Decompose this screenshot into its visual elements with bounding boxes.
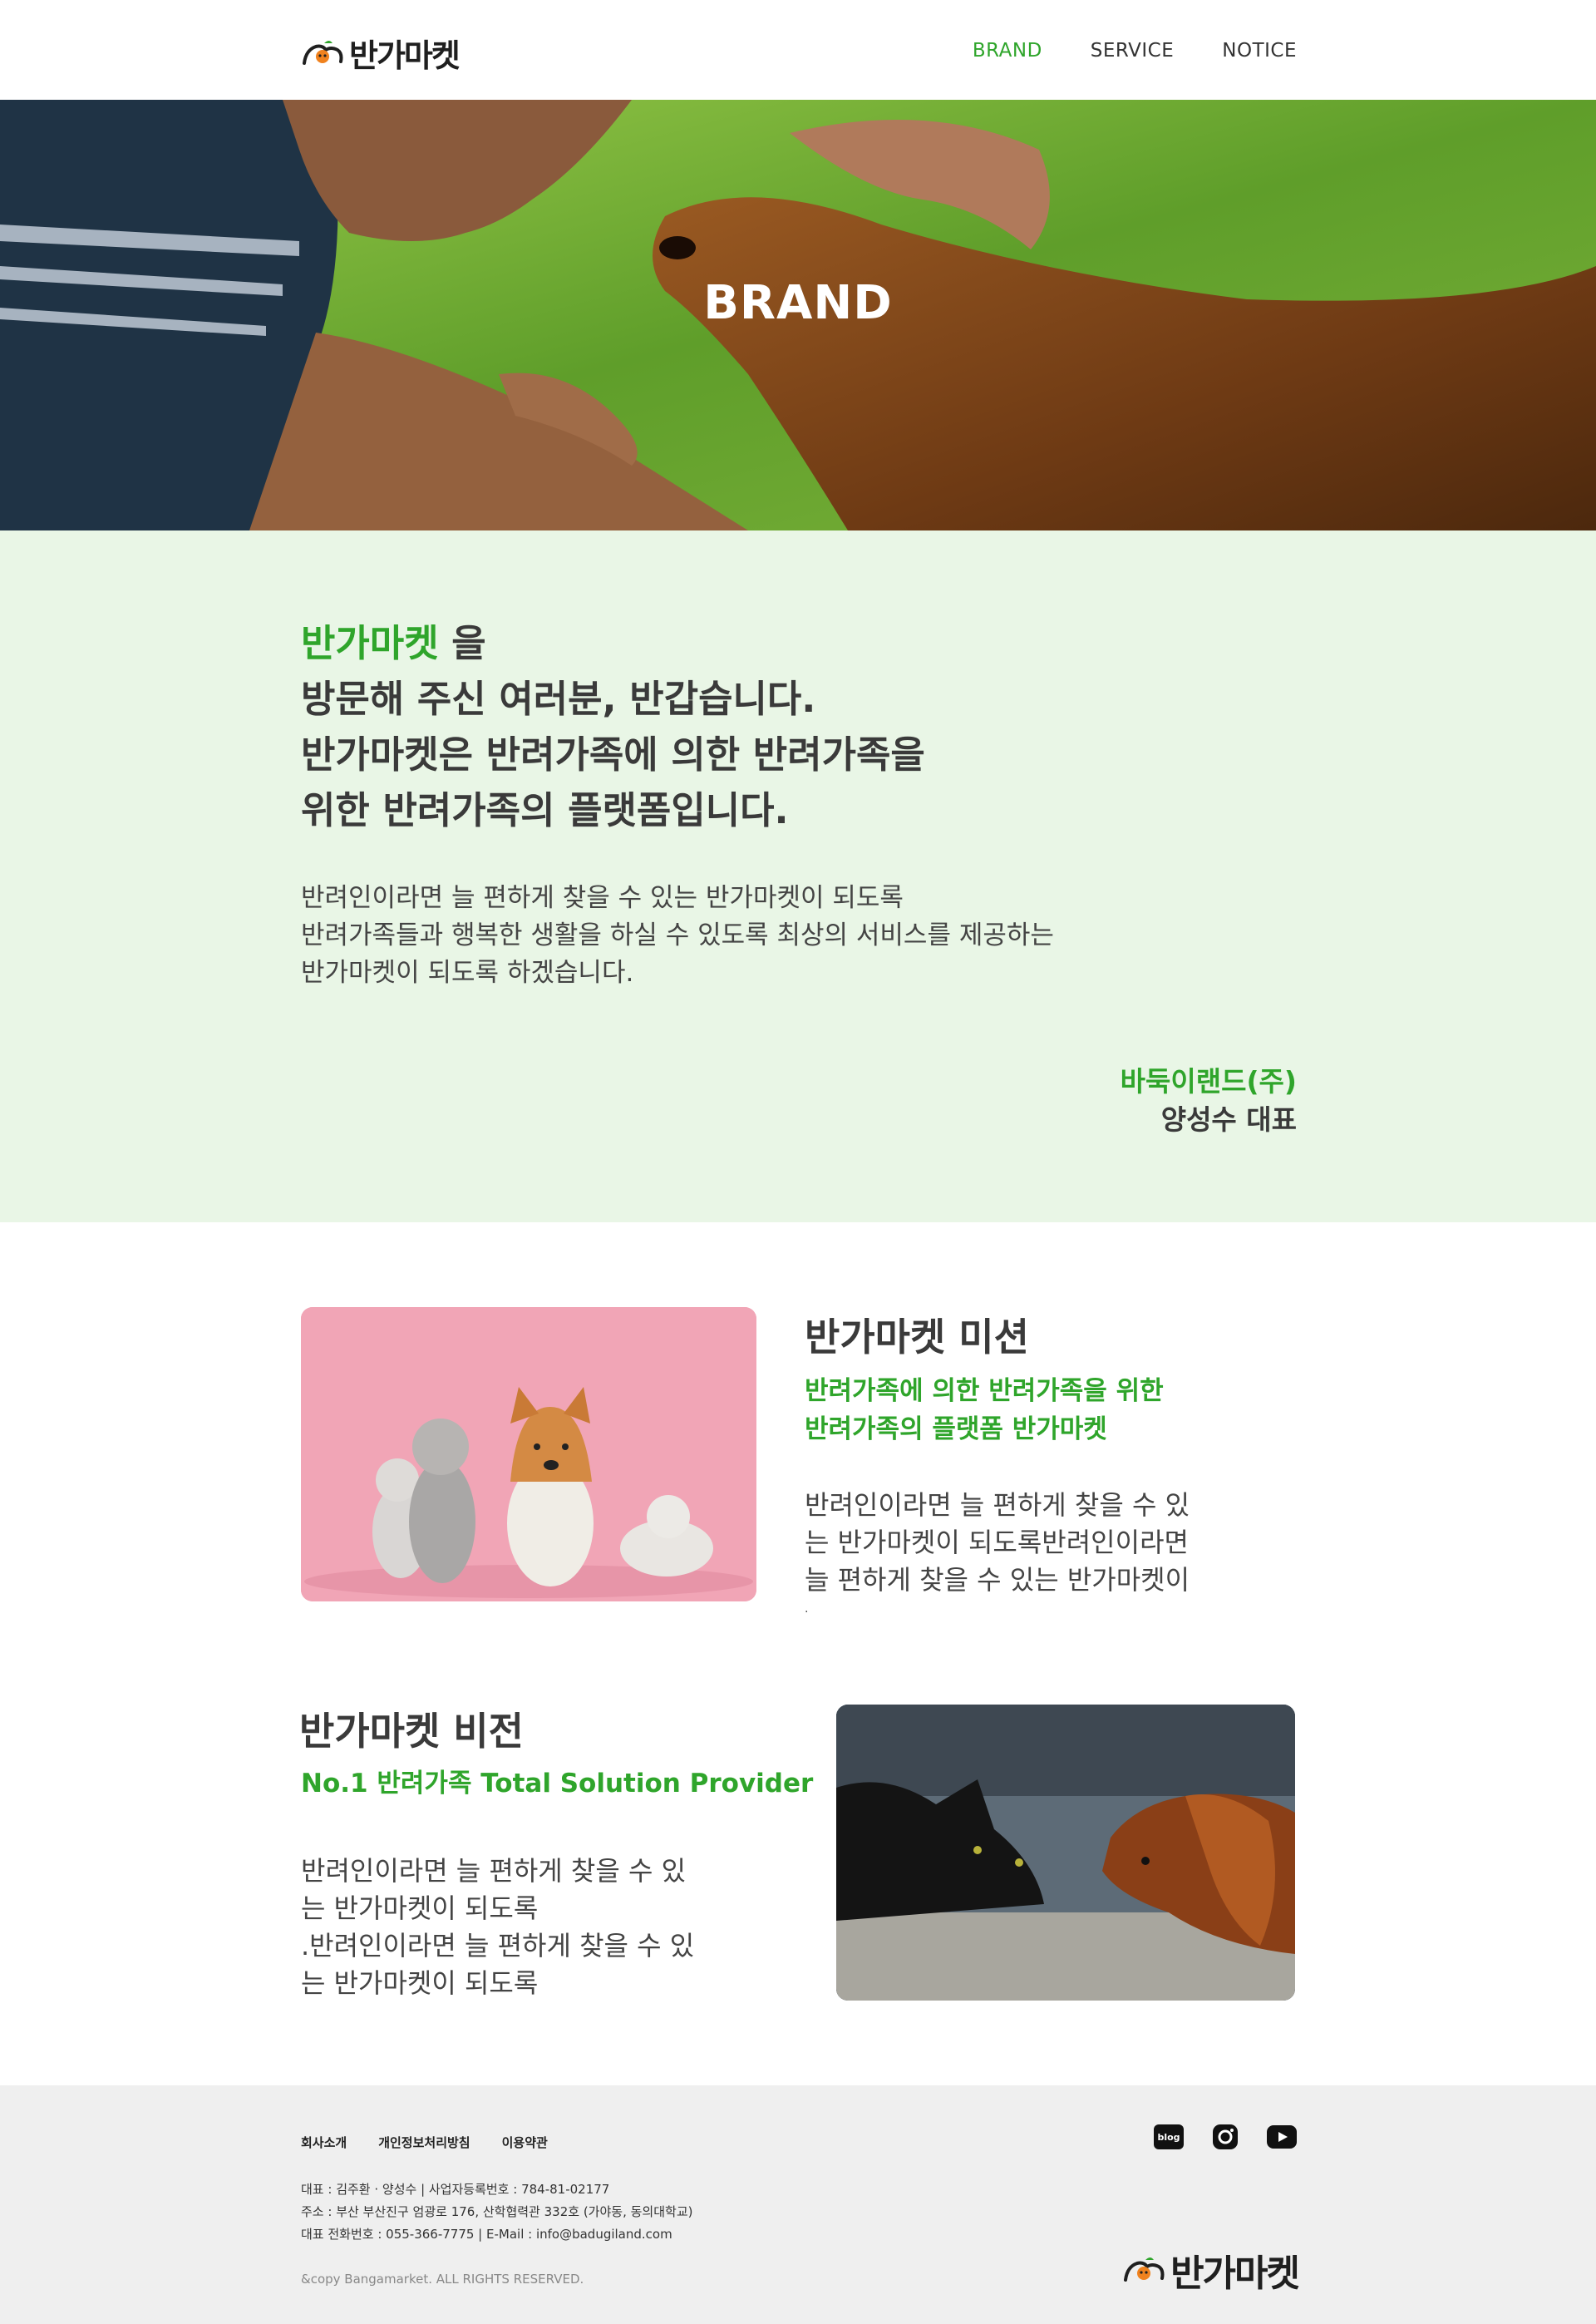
mission-body-line: .: [805, 1602, 809, 1616]
nav-service[interactable]: SERVICE: [1091, 40, 1174, 62]
dog-logo-icon: [1124, 2257, 1165, 2282]
instagram-icon[interactable]: [1212, 2124, 1239, 2150]
blog-icon[interactable]: blog: [1154, 2124, 1184, 2149]
site-logo[interactable]: 반가마켓: [301, 30, 461, 76]
pets-photo: [301, 1307, 756, 1601]
intro-body-line: 반가마켓이 되도록 하겠습니다.: [301, 958, 634, 988]
nav-notice[interactable]: NOTICE: [1222, 40, 1297, 62]
intro-brand-word: 반가마켓: [301, 621, 439, 665]
mission-image: [301, 1307, 756, 1601]
intro-heading: 반가마켓 을 방문해 주신 여러분, 반갑습니다. 반가마켓은 반려가족에 의한…: [301, 615, 925, 838]
footer-links: 회사소개 개인정보처리방침 이용약관: [301, 2134, 548, 2151]
main-nav: BRAND SERVICE NOTICE: [973, 40, 1297, 62]
logo-text: 반가마켓: [349, 37, 461, 74]
vision-subtitle: No.1 반려가족 Total Solution Provider: [301, 1769, 814, 1799]
intro-signature: 바둑이랜드(주) 양성수 대표: [1121, 1063, 1297, 1139]
intro-line4: 위한 반려가족의 플랫폼입니다.: [301, 788, 789, 832]
intro-body-line: 반려가족들과 행복한 생활을 하실 수 있도록 최상의 서비스를 제공하는: [301, 920, 1054, 950]
ceo-name: 양성수 대표: [1160, 1103, 1297, 1136]
intro-body: 반려인이라면 늘 편하게 찾을 수 있는 반가마켓이 되도록 반려가족들과 행복…: [301, 880, 1054, 992]
footer-info-line: 대표 : 김주환 · 양성수 | 사업자등록번호 : 784-81-02177: [301, 2182, 610, 2197]
hero-banner: BRAND: [0, 100, 1596, 530]
footer-info-line: 주소 : 부산 부산진구 엄광로 176, 산학협력관 332호 (가야동, 동…: [301, 2204, 693, 2219]
intro-line2: 방문해 주신 여러분, 반갑습니다.: [301, 677, 816, 721]
mission-body-line: 늘 편하게 찾을 수 있는 반가마켓이: [805, 1564, 1190, 1596]
vision-title: 반가마켓 비전: [299, 1709, 524, 1754]
hero-title: BRAND: [703, 276, 893, 330]
vision-body: 반려인이라면 늘 편하게 찾을 수 있 는 반가마켓이 되도록 .반려인이라면 …: [301, 1853, 694, 2002]
vision-body-line: 는 반가마켓이 되도록: [301, 1892, 539, 1924]
footer-company-info: 대표 : 김주환 · 양성수 | 사업자등록번호 : 784-81-02177 …: [301, 2178, 692, 2246]
social-links: blog: [1154, 2124, 1297, 2150]
footer-logo-text: 반가마켓: [1170, 2252, 1300, 2295]
nav-brand[interactable]: BRAND: [973, 40, 1042, 62]
intro-line1-suffix: 을: [438, 621, 486, 665]
footer-link-terms[interactable]: 이용약관: [502, 2134, 548, 2151]
mission-title: 반가마켓 미션: [805, 1315, 1029, 1359]
site-footer: 회사소개 개인정보처리방침 이용약관 대표 : 김주환 · 양성수 | 사업자등…: [0, 2085, 1596, 2324]
vision-body-line: 는 반가마켓이 되도록: [301, 1967, 539, 1999]
vision-body-line: .반려인이라면 늘 편하게 찾을 수 있: [301, 1930, 695, 1961]
mission-subtitle: 반려가족에 의한 반려가족을 위한 반려가족의 플랫폼 반가마켓: [805, 1372, 1164, 1448]
company-name: 바둑이랜드(주): [1120, 1065, 1297, 1098]
mission-body-line: 반려인이라면 늘 편하게 찾을 수 있: [805, 1489, 1190, 1521]
vision-image: [836, 1705, 1295, 2001]
mission-subtitle-line: 반려가족의 플랫폼 반가마켓: [805, 1414, 1107, 1444]
copyright: &copy Bangamarket. ALL RIGHTS RESERVED.: [301, 2272, 584, 2287]
dog-logo-icon: [303, 40, 343, 65]
footer-link-privacy[interactable]: 개인정보처리방침: [378, 2134, 470, 2151]
site-header: 반가마켓 BRAND SERVICE NOTICE: [0, 0, 1596, 100]
mission-body: 반려인이라면 늘 편하게 찾을 수 있 는 반가마켓이 되도록반려인이라면 늘 …: [805, 1487, 1190, 1619]
mission-subtitle-line: 반려가족에 의한 반려가족을 위한: [805, 1376, 1164, 1406]
footer-logo[interactable]: 반가마켓: [1122, 2243, 1300, 2297]
intro-line3: 반가마켓은 반려가족에 의한 반려가족을: [301, 733, 925, 777]
mission-body-line: 는 반가마켓이 되도록반려인이라면: [805, 1527, 1189, 1558]
vision-body-line: 반려인이라면 늘 편하게 찾을 수 있: [301, 1855, 687, 1887]
cat-dog-photo: [836, 1705, 1295, 2001]
footer-link-company[interactable]: 회사소개: [301, 2134, 347, 2151]
youtube-icon[interactable]: [1267, 2125, 1297, 2149]
brand-intro: 반가마켓 을 방문해 주신 여러분, 반갑습니다. 반가마켓은 반려가족에 의한…: [0, 530, 1596, 1222]
footer-info-line: 대표 전화번호 : 055-366-7775 | E-Mail : info@b…: [301, 2227, 672, 2242]
intro-body-line: 반려인이라면 늘 편하게 찾을 수 있는 반가마켓이 되도록: [301, 883, 904, 913]
